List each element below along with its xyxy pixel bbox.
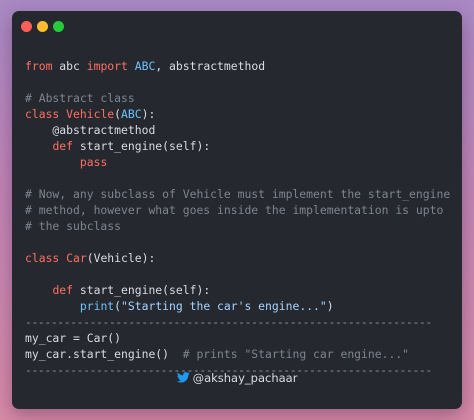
code-token-comment: # method, however what goes inside the i… [25, 203, 444, 217]
code-token-str: "Starting the car's engine..." [121, 299, 327, 313]
code-token-plain: @abstractmethod [25, 123, 156, 137]
code-line: print("Starting the car's engine...") [25, 298, 462, 314]
twitter-bird-icon [176, 372, 190, 383]
code-token-plain: ): [141, 107, 156, 121]
code-token-plain: my_car.start_engine() [25, 347, 183, 361]
code-window: from abc import ABC, abstractmethod # Abs… [12, 11, 462, 409]
code-line: my_car = Car() [25, 330, 462, 346]
code-line: my_car.start_engine() # prints "Starting… [25, 346, 462, 362]
code-line: from abc import ABC, abstractmethod [25, 58, 462, 74]
code-line: # Abstract class [25, 90, 462, 106]
code-token-kw: def [52, 139, 74, 153]
code-token-kw: pass [79, 155, 108, 169]
code-token-builtin: ABC [121, 107, 142, 121]
maximize-window-button[interactable] [53, 21, 64, 32]
code-token-plain: ) [326, 299, 334, 313]
code-token-builtin: ABC [134, 59, 156, 73]
code-token-plain: abc [52, 59, 87, 73]
code-token-cls: Vehicle [66, 107, 115, 121]
code-line: # method, however what goes inside the i… [25, 202, 462, 218]
code-token-plain: , abstractmethod [155, 59, 266, 73]
code-line: # Now, any subclass of Vehicle must impl… [25, 186, 462, 202]
code-token-comment: # prints "Starting car engine..." [182, 347, 410, 361]
code-token-plain: (Vehicle): [86, 251, 156, 265]
close-window-button[interactable] [21, 21, 32, 32]
code-block[interactable]: from abc import ABC, abstractmethod # Abs… [25, 58, 462, 378]
code-line: class Car(Vehicle): [25, 250, 462, 266]
code-line: @abstractmethod [25, 122, 462, 138]
code-token-comment: # Abstract class [25, 91, 135, 105]
minimize-window-button[interactable] [37, 21, 48, 32]
code-token-sep: ----------------------------------------… [25, 315, 432, 329]
code-token-plain: start_engine(self): [73, 283, 211, 297]
code-token-plain: start_engine(self): [73, 139, 211, 153]
code-line: # the subclass [25, 218, 462, 234]
code-token-plain: my_car = Car() [25, 331, 122, 345]
author-handle: @akshay_pachaar [192, 371, 298, 385]
code-line: class Vehicle(ABC): [25, 106, 462, 122]
code-token-comment: # Now, any subclass of Vehicle must impl… [25, 187, 451, 201]
code-token-kw: def [52, 283, 74, 297]
code-line: pass [25, 154, 462, 170]
code-token-plain: ( [114, 299, 122, 313]
code-token-comment: # the subclass [25, 219, 122, 233]
author-credit: @akshay_pachaar [12, 368, 462, 388]
code-token-builtin: print [79, 299, 115, 313]
code-token-kw: class [25, 107, 60, 121]
code-token-kw: from [25, 59, 53, 73]
code-line: def start_engine(self): [25, 282, 462, 298]
code-token-cls: Car [66, 251, 87, 265]
separator-line: ----------------------------------------… [25, 314, 462, 330]
window-titlebar [12, 11, 462, 43]
code-token-kw: class [25, 251, 60, 265]
code-line: def start_engine(self): [25, 138, 462, 154]
code-token-plain: ( [114, 107, 122, 121]
code-token-kw: import [86, 59, 128, 73]
